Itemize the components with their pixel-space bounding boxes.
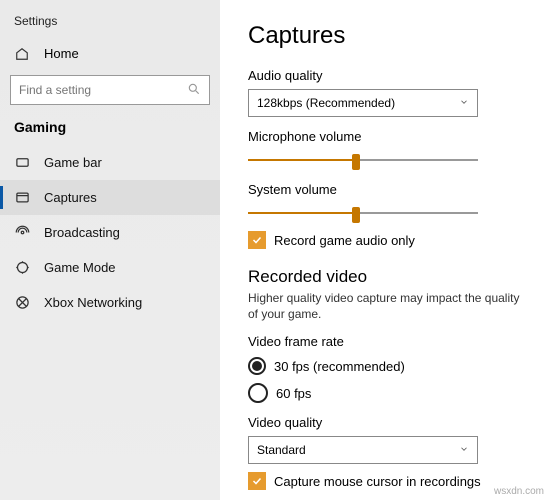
sidebar-item-broadcasting[interactable]: Broadcasting [0,215,220,250]
frame-rate-label: Video frame rate [248,334,530,349]
checkbox-icon [248,231,266,249]
main-panel: Captures Audio quality 128kbps (Recommen… [220,0,550,500]
mic-volume-label: Microphone volume [248,129,530,144]
recorded-video-heading: Recorded video [248,267,530,287]
sidebar-item-captures[interactable]: Captures [0,180,220,215]
radio-icon [248,357,266,375]
audio-quality-select[interactable]: 128kbps (Recommended) [248,89,478,117]
system-volume-label: System volume [248,182,530,197]
audio-quality-value: 128kbps (Recommended) [257,96,395,110]
sidebar-label: Xbox Networking [44,295,142,310]
gamemode-icon [14,260,30,275]
system-volume-slider[interactable] [248,203,478,223]
capture-cursor-checkbox[interactable]: Capture mouse cursor in recordings [248,472,530,490]
chevron-down-icon [459,443,469,457]
category-header: Gaming [0,115,220,145]
search-input-wrap[interactable] [10,75,210,105]
frame-rate-option-60[interactable]: 60 fps [248,383,530,403]
sidebar-item-game-mode[interactable]: Game Mode [0,250,220,285]
captures-icon [14,190,30,205]
video-quality-select[interactable]: Standard [248,436,478,464]
checkbox-icon [248,472,266,490]
search-input[interactable] [11,83,187,97]
home-label: Home [44,46,79,61]
record-audio-only-checkbox[interactable]: Record game audio only [248,231,530,249]
app-title: Settings [0,10,220,38]
xbox-icon [14,295,30,310]
frame-rate-option-30[interactable]: 30 fps (recommended) [248,357,530,375]
audio-quality-label: Audio quality [248,68,530,83]
home-nav[interactable]: Home [0,38,220,69]
home-icon [14,47,30,61]
sidebar-label: Game Mode [44,260,116,275]
gamebar-icon [14,155,30,170]
page-title: Captures [248,22,530,50]
radio-icon [248,383,268,403]
sidebar-label: Broadcasting [44,225,120,240]
frame-rate-30-label: 30 fps (recommended) [274,359,405,374]
video-quality-label: Video quality [248,415,530,430]
recorded-video-note: Higher quality video capture may impact … [248,291,530,322]
record-audio-only-label: Record game audio only [274,233,415,248]
sidebar-label: Captures [44,190,97,205]
sidebar-item-game-bar[interactable]: Game bar [0,145,220,180]
video-quality-value: Standard [257,443,306,457]
search-icon [187,82,209,99]
mic-volume-slider[interactable] [248,150,478,170]
chevron-down-icon [459,96,469,110]
sidebar-item-xbox-networking[interactable]: Xbox Networking [0,285,220,320]
frame-rate-60-label: 60 fps [276,386,311,401]
capture-cursor-label: Capture mouse cursor in recordings [274,474,481,489]
sidebar: Settings Home Gaming Game bar Captures B… [0,0,220,500]
broadcasting-icon [14,225,30,240]
sidebar-label: Game bar [44,155,102,170]
